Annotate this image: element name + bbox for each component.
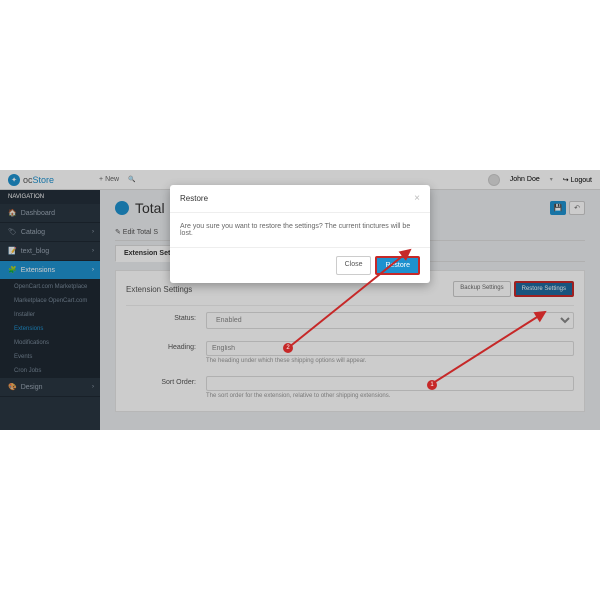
close-icon[interactable]: × [414, 193, 420, 204]
modal-restore-button[interactable]: Restore [375, 256, 420, 275]
modal-close-button[interactable]: Close [336, 256, 372, 275]
marker-1: 1 [427, 380, 437, 390]
modal-title: Restore [180, 194, 208, 203]
restore-modal: Restore × Are you sure you want to resto… [170, 185, 430, 283]
modal-body: Are you sure you want to restore the set… [170, 213, 430, 247]
marker-2: 2 [283, 343, 293, 353]
